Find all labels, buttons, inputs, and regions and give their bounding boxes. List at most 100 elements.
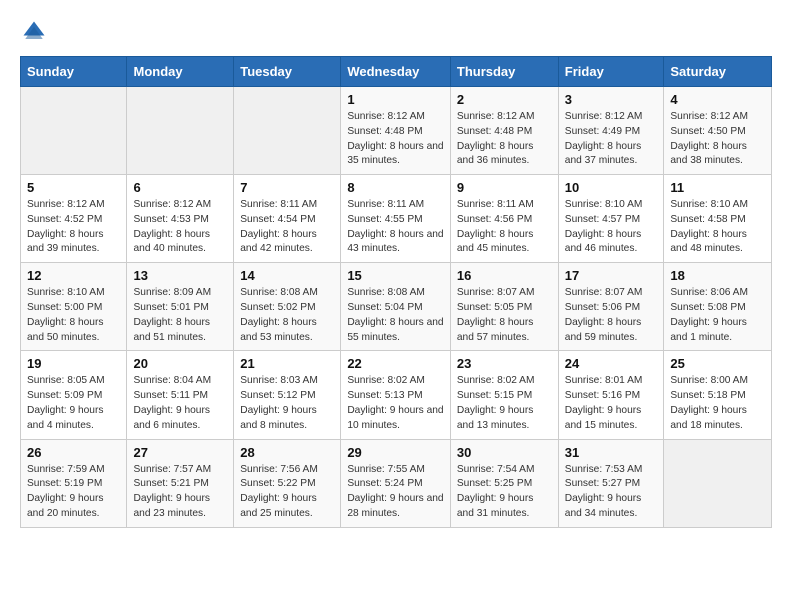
day-number: 6: [133, 180, 227, 195]
calendar-day-cell: 23 Sunrise: 8:02 AM Sunset: 5:15 PM Dayli…: [450, 351, 558, 439]
day-detail: Sunrise: 8:12 AM Sunset: 4:49 PM Dayligh…: [565, 110, 658, 169]
calendar-week-row: 1 Sunrise: 8:12 AM Sunset: 4:48 PM Daylig…: [21, 87, 772, 175]
calendar-day-cell: 31Sunrise: 7:53 AM Sunset: 5:27 PM Dayli…: [558, 439, 664, 527]
day-number: 24: [565, 356, 658, 371]
day-detail: Sunrise: 8:12 AM Sunset: 4:52 PM Dayligh…: [27, 198, 120, 257]
day-detail: Sunrise: 8:04 AM Sunset: 5:11 PM Dayligh…: [133, 374, 227, 433]
day-number: 19: [27, 356, 120, 371]
day-number: 29: [347, 445, 444, 460]
day-number: 18: [670, 268, 765, 283]
day-number: 2: [457, 92, 552, 107]
calendar-day-cell: 3 Sunrise: 8:12 AM Sunset: 4:49 PM Daylig…: [558, 87, 664, 175]
calendar-week-row: 12 Sunrise: 8:10 AM Sunset: 5:00 PM Dayli…: [21, 263, 772, 351]
day-number: 12: [27, 268, 120, 283]
day-of-week-header: Wednesday: [341, 57, 451, 87]
calendar-header-row: SundayMondayTuesdayWednesdayThursdayFrid…: [21, 57, 772, 87]
day-detail: Sunrise: 8:12 AM Sunset: 4:50 PM Dayligh…: [670, 110, 765, 169]
day-number: 21: [240, 356, 334, 371]
calendar-day-cell: 14 Sunrise: 8:08 AM Sunset: 5:02 PM Dayli…: [234, 263, 341, 351]
day-detail: Sunrise: 8:02 AM Sunset: 5:15 PM Dayligh…: [457, 374, 552, 433]
day-of-week-header: Monday: [127, 57, 234, 87]
calendar-day-cell: 24 Sunrise: 8:01 AM Sunset: 5:16 PM Dayli…: [558, 351, 664, 439]
day-number: 7: [240, 180, 334, 195]
calendar-week-row: 5 Sunrise: 8:12 AM Sunset: 4:52 PM Daylig…: [21, 175, 772, 263]
day-number: 4: [670, 92, 765, 107]
calendar-day-cell: 19 Sunrise: 8:05 AM Sunset: 5:09 PM Dayli…: [21, 351, 127, 439]
calendar-table: SundayMondayTuesdayWednesdayThursdayFrid…: [20, 56, 772, 528]
header: [20, 18, 772, 46]
calendar-day-cell: 21 Sunrise: 8:03 AM Sunset: 5:12 PM Dayli…: [234, 351, 341, 439]
calendar-week-row: 19 Sunrise: 8:05 AM Sunset: 5:09 PM Dayli…: [21, 351, 772, 439]
day-detail: Sunrise: 8:06 AM Sunset: 5:08 PM Dayligh…: [670, 286, 765, 345]
calendar-day-cell: 28 Sunrise: 7:56 AM Sunset: 5:22 PM Dayli…: [234, 439, 341, 527]
calendar-day-cell: 20 Sunrise: 8:04 AM Sunset: 5:11 PM Dayli…: [127, 351, 234, 439]
day-number: 3: [565, 92, 658, 107]
day-number: 14: [240, 268, 334, 283]
calendar-day-cell: 15Sunrise: 8:08 AM Sunset: 5:04 PM Dayli…: [341, 263, 451, 351]
day-detail: Sunrise: 8:10 AM Sunset: 5:00 PM Dayligh…: [27, 286, 120, 345]
day-of-week-header: Sunday: [21, 57, 127, 87]
day-number: 5: [27, 180, 120, 195]
day-number: 25: [670, 356, 765, 371]
day-detail: Sunrise: 8:12 AM Sunset: 4:48 PM Dayligh…: [457, 110, 552, 169]
day-number: 1: [347, 92, 444, 107]
day-number: 30: [457, 445, 552, 460]
calendar-day-cell: [21, 87, 127, 175]
day-number: 20: [133, 356, 227, 371]
day-detail: Sunrise: 8:10 AM Sunset: 4:58 PM Dayligh…: [670, 198, 765, 257]
day-detail: Sunrise: 8:12 AM Sunset: 4:48 PM Dayligh…: [347, 110, 444, 169]
calendar-day-cell: 16 Sunrise: 8:07 AM Sunset: 5:05 PM Dayli…: [450, 263, 558, 351]
day-of-week-header: Friday: [558, 57, 664, 87]
day-detail: Sunrise: 8:05 AM Sunset: 5:09 PM Dayligh…: [27, 374, 120, 433]
day-number: 8: [347, 180, 444, 195]
page: SundayMondayTuesdayWednesdayThursdayFrid…: [0, 0, 792, 546]
calendar-day-cell: [127, 87, 234, 175]
day-detail: Sunrise: 8:08 AM Sunset: 5:04 PM Dayligh…: [347, 286, 444, 345]
day-detail: Sunrise: 7:59 AM Sunset: 5:19 PM Dayligh…: [27, 463, 120, 522]
day-of-week-header: Tuesday: [234, 57, 341, 87]
day-detail: Sunrise: 7:55 AM Sunset: 5:24 PM Dayligh…: [347, 463, 444, 522]
calendar-day-cell: 4 Sunrise: 8:12 AM Sunset: 4:50 PM Daylig…: [664, 87, 772, 175]
calendar-day-cell: 22Sunrise: 8:02 AM Sunset: 5:13 PM Dayli…: [341, 351, 451, 439]
logo: [20, 18, 52, 46]
day-number: 23: [457, 356, 552, 371]
day-of-week-header: Saturday: [664, 57, 772, 87]
calendar-day-cell: 18 Sunrise: 8:06 AM Sunset: 5:08 PM Dayli…: [664, 263, 772, 351]
day-number: 28: [240, 445, 334, 460]
day-detail: Sunrise: 8:01 AM Sunset: 5:16 PM Dayligh…: [565, 374, 658, 433]
calendar-day-cell: 12 Sunrise: 8:10 AM Sunset: 5:00 PM Dayli…: [21, 263, 127, 351]
calendar-day-cell: 9Sunrise: 8:11 AM Sunset: 4:56 PM Daylig…: [450, 175, 558, 263]
day-detail: Sunrise: 7:57 AM Sunset: 5:21 PM Dayligh…: [133, 463, 227, 522]
calendar-day-cell: 7 Sunrise: 8:11 AM Sunset: 4:54 PM Daylig…: [234, 175, 341, 263]
day-number: 27: [133, 445, 227, 460]
day-number: 16: [457, 268, 552, 283]
day-number: 17: [565, 268, 658, 283]
day-detail: Sunrise: 7:56 AM Sunset: 5:22 PM Dayligh…: [240, 463, 334, 522]
day-detail: Sunrise: 8:12 AM Sunset: 4:53 PM Dayligh…: [133, 198, 227, 257]
calendar-day-cell: 26Sunrise: 7:59 AM Sunset: 5:19 PM Dayli…: [21, 439, 127, 527]
calendar-day-cell: 5 Sunrise: 8:12 AM Sunset: 4:52 PM Daylig…: [21, 175, 127, 263]
logo-icon: [20, 18, 48, 46]
day-detail: Sunrise: 8:11 AM Sunset: 4:55 PM Dayligh…: [347, 198, 444, 257]
day-detail: Sunrise: 8:10 AM Sunset: 4:57 PM Dayligh…: [565, 198, 658, 257]
day-detail: Sunrise: 8:11 AM Sunset: 4:54 PM Dayligh…: [240, 198, 334, 257]
calendar-day-cell: [664, 439, 772, 527]
calendar-day-cell: 2 Sunrise: 8:12 AM Sunset: 4:48 PM Daylig…: [450, 87, 558, 175]
calendar-day-cell: 30 Sunrise: 7:54 AM Sunset: 5:25 PM Dayli…: [450, 439, 558, 527]
day-number: 11: [670, 180, 765, 195]
calendar-day-cell: 1 Sunrise: 8:12 AM Sunset: 4:48 PM Daylig…: [341, 87, 451, 175]
calendar-day-cell: 25 Sunrise: 8:00 AM Sunset: 5:18 PM Dayli…: [664, 351, 772, 439]
calendar-day-cell: 11 Sunrise: 8:10 AM Sunset: 4:58 PM Dayli…: [664, 175, 772, 263]
calendar-day-cell: 13Sunrise: 8:09 AM Sunset: 5:01 PM Dayli…: [127, 263, 234, 351]
day-detail: Sunrise: 8:03 AM Sunset: 5:12 PM Dayligh…: [240, 374, 334, 433]
day-detail: Sunrise: 8:07 AM Sunset: 5:05 PM Dayligh…: [457, 286, 552, 345]
day-detail: Sunrise: 8:08 AM Sunset: 5:02 PM Dayligh…: [240, 286, 334, 345]
day-number: 22: [347, 356, 444, 371]
day-number: 9: [457, 180, 552, 195]
calendar-day-cell: 17Sunrise: 8:07 AM Sunset: 5:06 PM Dayli…: [558, 263, 664, 351]
calendar-day-cell: 27 Sunrise: 7:57 AM Sunset: 5:21 PM Dayli…: [127, 439, 234, 527]
calendar-day-cell: 29 Sunrise: 7:55 AM Sunset: 5:24 PM Dayli…: [341, 439, 451, 527]
calendar-day-cell: [234, 87, 341, 175]
day-detail: Sunrise: 7:54 AM Sunset: 5:25 PM Dayligh…: [457, 463, 552, 522]
day-detail: Sunrise: 8:00 AM Sunset: 5:18 PM Dayligh…: [670, 374, 765, 433]
